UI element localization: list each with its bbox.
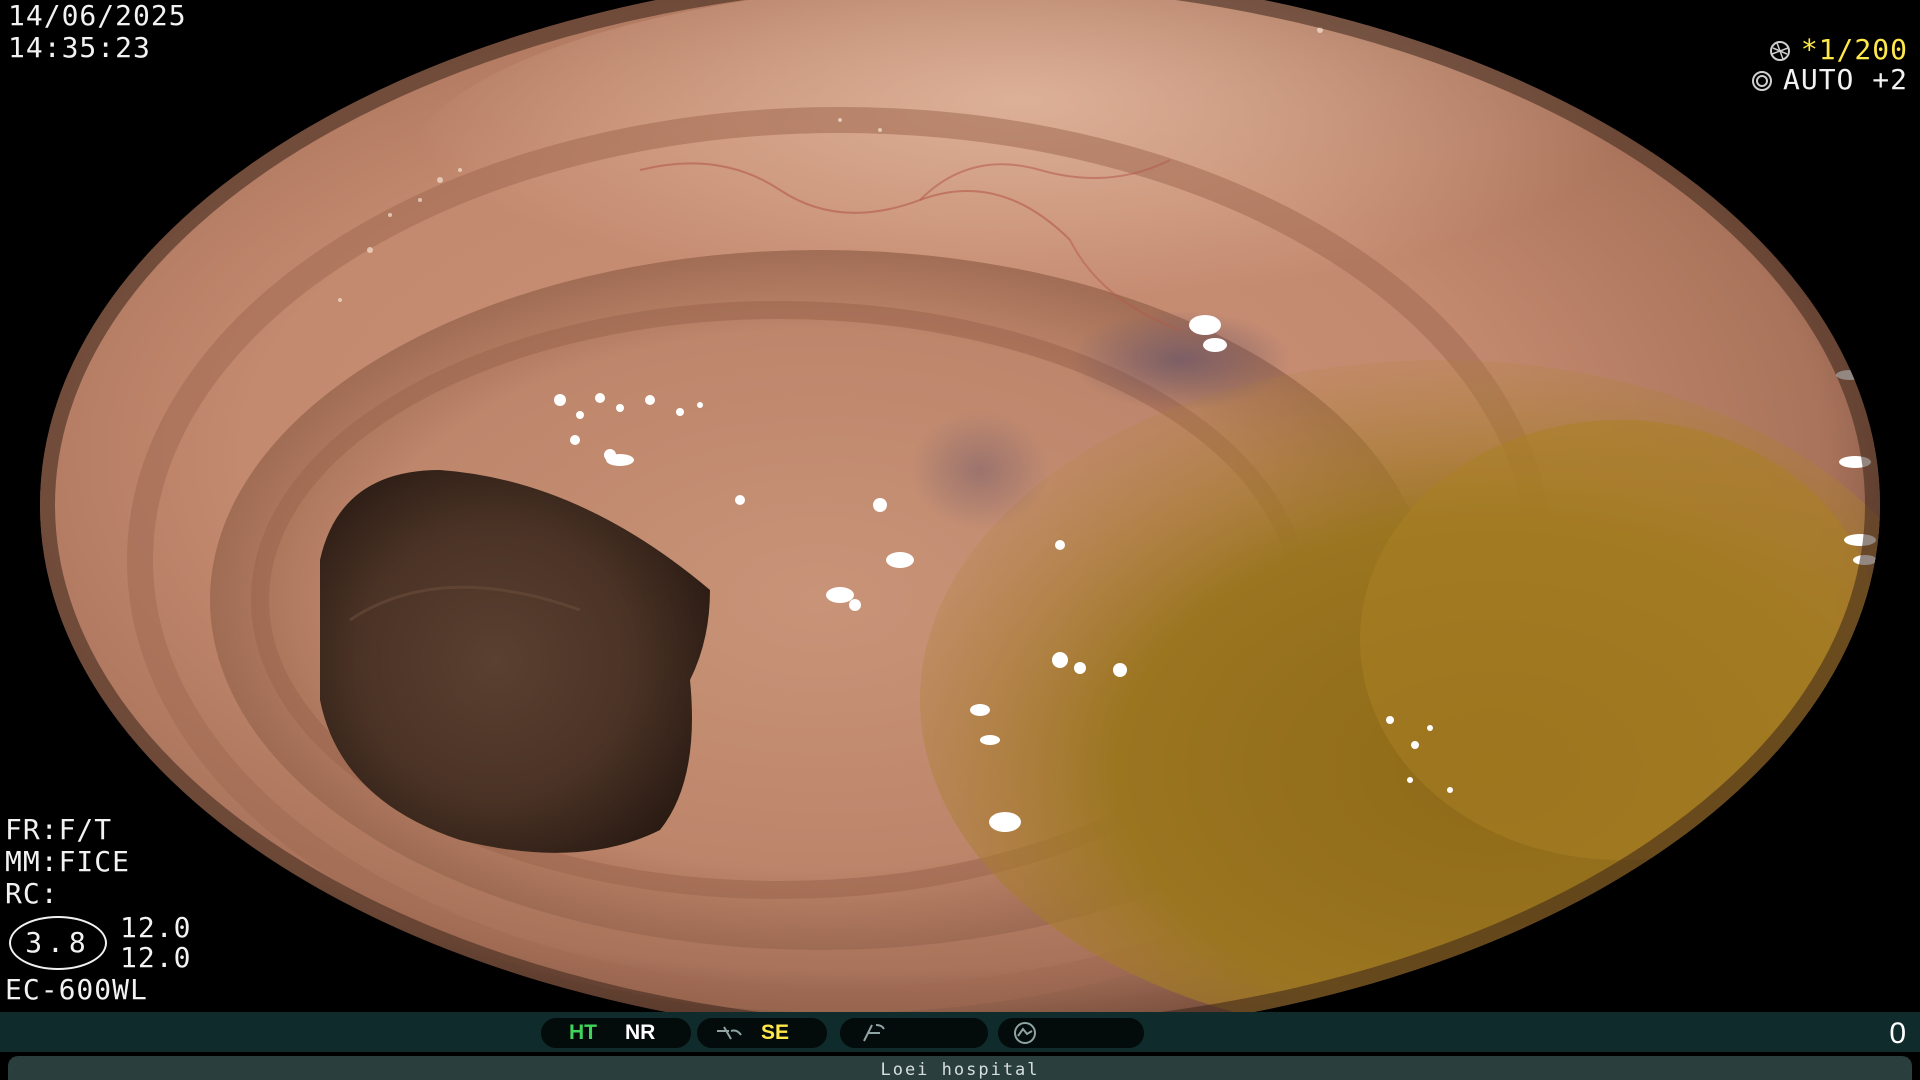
- freeze-indicator: [840, 1018, 988, 1048]
- mm-mode: MM:FICE: [5, 845, 131, 878]
- colon-lumen-image: [40, 0, 1880, 1012]
- ht-nr-indicator: HT NR: [541, 1018, 691, 1048]
- endoscope-display: 14/06/2025 14:35:23 *1/200 AUTO +2 FR:F/…: [0, 0, 1920, 1080]
- shutter-value: 1/200: [1818, 33, 1908, 66]
- frame-mode: FR:F/T: [5, 813, 113, 846]
- nr-label: NR: [625, 1021, 656, 1044]
- iris-mode: AUTO +2: [1782, 63, 1908, 96]
- zoom-indicator: 3.8: [9, 916, 107, 970]
- time-display: 14:35:23: [8, 31, 151, 64]
- hospital-name: Loei hospital: [8, 1056, 1912, 1080]
- endoscopic-view: [20, 0, 1900, 1012]
- shutter-star: *: [1800, 33, 1819, 66]
- structure-enhance-icon: [717, 1026, 742, 1040]
- frame-counter: 0: [1889, 1017, 1906, 1050]
- structure-enhance-indicator: SE: [697, 1018, 827, 1048]
- freeze-icon: [863, 1024, 885, 1042]
- zoom-value-1: 12.0: [120, 911, 192, 944]
- rc-label: RC:: [5, 877, 59, 910]
- mode-ring-icon: [1014, 1022, 1036, 1045]
- iris-ring-icon: [1751, 71, 1772, 91]
- ht-label: HT: [569, 1021, 597, 1044]
- zoom-value-2: 12.0: [120, 941, 192, 974]
- se-label: SE: [761, 1021, 790, 1044]
- date-display: 14/06/2025: [8, 0, 187, 32]
- scope-model: EC-600WL: [5, 973, 148, 1006]
- mode-indicator: [998, 1018, 1144, 1048]
- iris-readout: AUTO +2: [1751, 64, 1908, 96]
- status-bar: HT NR SE: [0, 1012, 1920, 1052]
- aperture-icon: [1769, 41, 1790, 61]
- shutter-readout: *1/200: [1769, 34, 1908, 66]
